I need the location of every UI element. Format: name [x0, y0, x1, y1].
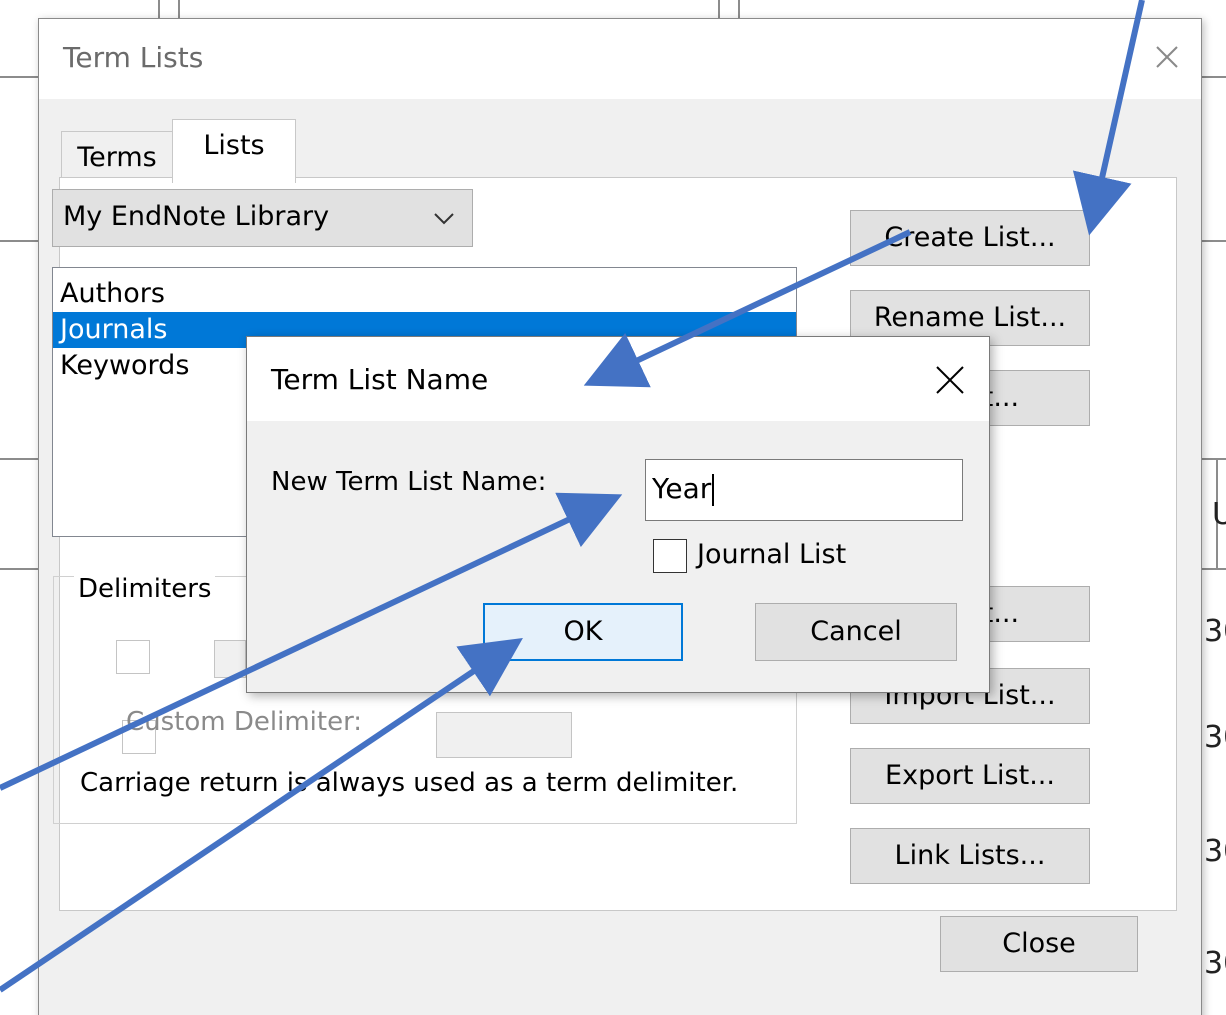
- bg-gridline: [0, 240, 38, 242]
- close-button[interactable]: Close: [940, 916, 1138, 972]
- tab-lists[interactable]: Lists: [172, 119, 296, 183]
- text-caret: [712, 474, 715, 506]
- bg-gridline: [1202, 458, 1226, 460]
- library-select-value: My EndNote Library: [63, 201, 330, 232]
- bg-gridline: [0, 76, 38, 78]
- custom-delimiter-input[interactable]: [436, 712, 572, 758]
- bg-gridline: [718, 0, 720, 18]
- new-term-list-name-input[interactable]: Year: [645, 459, 963, 521]
- bg-gridline: [1202, 240, 1226, 242]
- delimiter-input[interactable]: [214, 640, 246, 678]
- bg-gridline: [178, 0, 180, 18]
- chevron-down-icon: [434, 213, 454, 225]
- delimiter-checkbox[interactable]: [116, 640, 150, 674]
- custom-delimiter-label: Custom Delimiter:: [126, 707, 363, 737]
- journal-list-checkbox[interactable]: [653, 539, 687, 573]
- window-title: Term Lists: [63, 41, 204, 74]
- bg-row-number: 30: [1204, 946, 1226, 981]
- term-list-name-dialog: Term List Name New Term List Name: Year …: [246, 336, 990, 693]
- bg-gridline: [1202, 76, 1226, 78]
- bg-row-number: 30: [1204, 614, 1226, 649]
- new-term-list-name-label: New Term List Name:: [271, 467, 547, 497]
- list-item-authors[interactable]: Authors: [53, 276, 796, 312]
- ok-button[interactable]: OK: [483, 603, 683, 661]
- carriage-return-note: Carriage return is always used as a term…: [80, 768, 739, 798]
- link-lists-button[interactable]: Link Lists...: [850, 828, 1090, 884]
- name-input-value: Year: [652, 472, 712, 505]
- bg-row-number: 30: [1204, 834, 1226, 869]
- bg-row-number: 30: [1204, 720, 1226, 755]
- journal-list-label[interactable]: Journal List: [697, 539, 846, 570]
- delimiters-label: Delimiters: [74, 574, 216, 604]
- modal-title-bar: Term List Name: [247, 337, 989, 421]
- title-bar: Term Lists: [39, 19, 1201, 99]
- bg-gridline: [158, 0, 160, 18]
- cancel-button[interactable]: Cancel: [755, 603, 957, 661]
- close-icon[interactable]: [933, 363, 967, 397]
- library-select[interactable]: My EndNote Library: [52, 189, 473, 247]
- bg-partial-text: U: [1212, 497, 1226, 532]
- export-list-button[interactable]: Export List...: [850, 748, 1090, 804]
- tab-terms[interactable]: Terms: [61, 131, 173, 181]
- modal-title: Term List Name: [271, 363, 489, 396]
- bg-gridline: [1202, 568, 1226, 570]
- close-icon[interactable]: [1147, 37, 1187, 77]
- bg-gridline: [0, 458, 38, 460]
- bg-gridline: [738, 0, 740, 18]
- create-list-button[interactable]: Create List...: [850, 210, 1090, 266]
- bg-gridline: [0, 568, 38, 570]
